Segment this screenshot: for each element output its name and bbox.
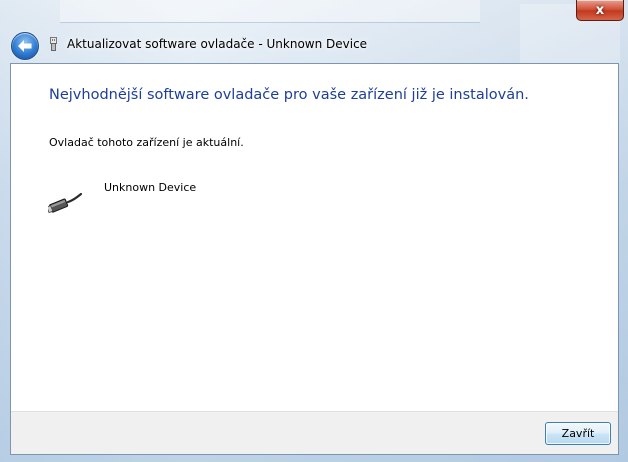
close-button[interactable]: Zavřít [545, 422, 611, 445]
usb-cable-icon [48, 192, 82, 214]
device-name: Unknown Device [104, 181, 197, 194]
usb-plug-icon [50, 37, 57, 51]
background-window [60, 0, 480, 23]
back-arrow-icon [18, 40, 32, 52]
back-button[interactable] [11, 32, 39, 60]
wizard-footer: Zavřít [11, 411, 618, 454]
wizard-content: Nejvhodnější software ovladače pro vaše … [10, 63, 619, 455]
page-heading: Nejvhodnější software ovladače pro vaše … [49, 87, 529, 103]
status-message: Ovladač tohoto zařízení je aktuální. [49, 136, 244, 149]
window-title: Aktualizovat software ovladače - Unknown… [67, 37, 368, 51]
window-close-button[interactable]: x [576, 0, 624, 21]
window-frame: x Aktualizovat software ovladače - Unkno… [0, 0, 628, 462]
close-icon: x [595, 2, 605, 18]
